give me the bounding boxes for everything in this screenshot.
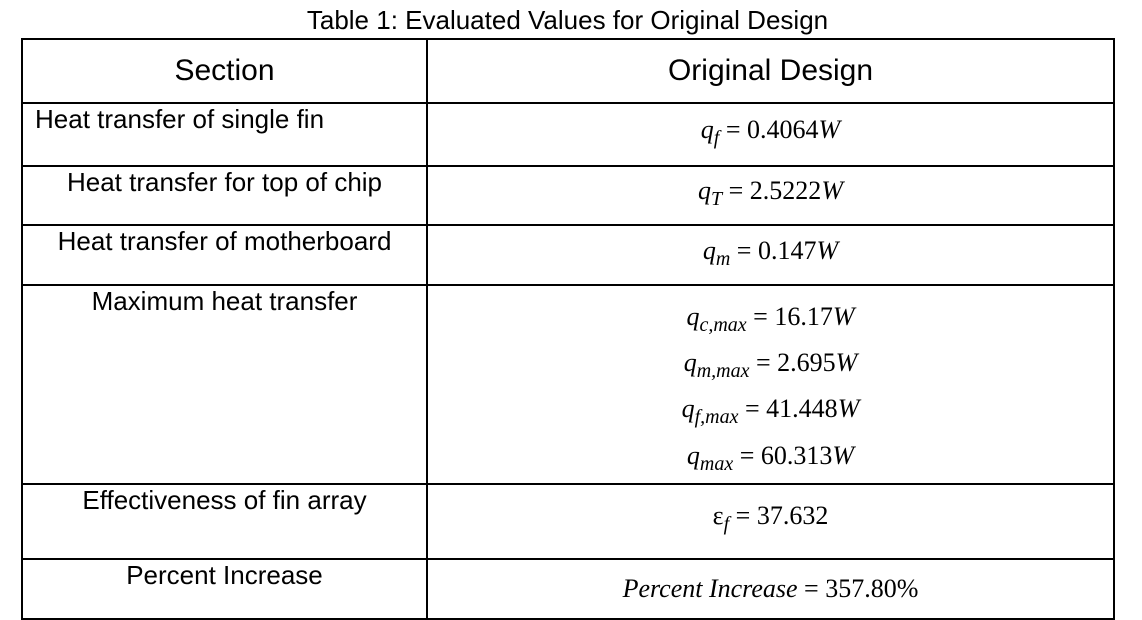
value-cell: qf = 0.4064W [426,102,1115,167]
table-header-row: Section Original Design [21,38,1115,104]
table-row: Effectiveness of fin array εf = 37.632 [21,482,1115,560]
section-cell: Percent Increase [21,557,428,620]
equation: qc,max = 16.17W [686,302,855,337]
equation: qf = 0.4064W [700,115,841,150]
value-cell: εf = 37.632 [426,482,1115,560]
section-cell: Heat transfer for top of chip [21,165,428,226]
value-cell: Percent Increase = 357.80% [426,557,1115,620]
equation: qT = 2.5222W [698,176,843,211]
header-original-design: Original Design [426,38,1115,104]
table-row: Percent Increase Percent Increase = 357.… [21,557,1115,620]
section-cell: Heat transfer of single fin [21,102,428,167]
equation: qm = 0.147W [702,235,839,271]
header-section: Section [21,38,428,104]
table-row: Heat transfer for top of chip qT = 2.522… [21,165,1115,226]
section-cell: Effectiveness of fin array [21,482,428,560]
evaluated-values-table: Section Original Design Heat transfer of… [21,38,1115,620]
value-cell: qm = 0.147W [426,224,1115,286]
table-row: Heat transfer of single fin qf = 0.4064W [21,102,1115,167]
table-caption: Table 1: Evaluated Values for Original D… [306,5,829,35]
equation: qm,max = 2.695W [683,348,858,383]
equation: qmax = 60.313W [686,440,855,475]
value-cell: qc,max = 16.17W qm,max = 2.695W qf,max =… [426,284,1115,485]
equation: Percent Increase = 357.80% [622,574,919,604]
section-cell: Heat transfer of motherboard [21,224,428,286]
equation: qf,max = 41.448W [681,394,860,429]
value-cell: qT = 2.5222W [426,165,1115,226]
equation: εf = 37.632 [712,500,829,535]
section-cell: Maximum heat transfer [21,284,428,485]
table-row: Heat transfer of motherboard qm = 0.147W [21,224,1115,286]
table-row: Maximum heat transfer qc,max = 16.17W qm… [21,284,1115,485]
